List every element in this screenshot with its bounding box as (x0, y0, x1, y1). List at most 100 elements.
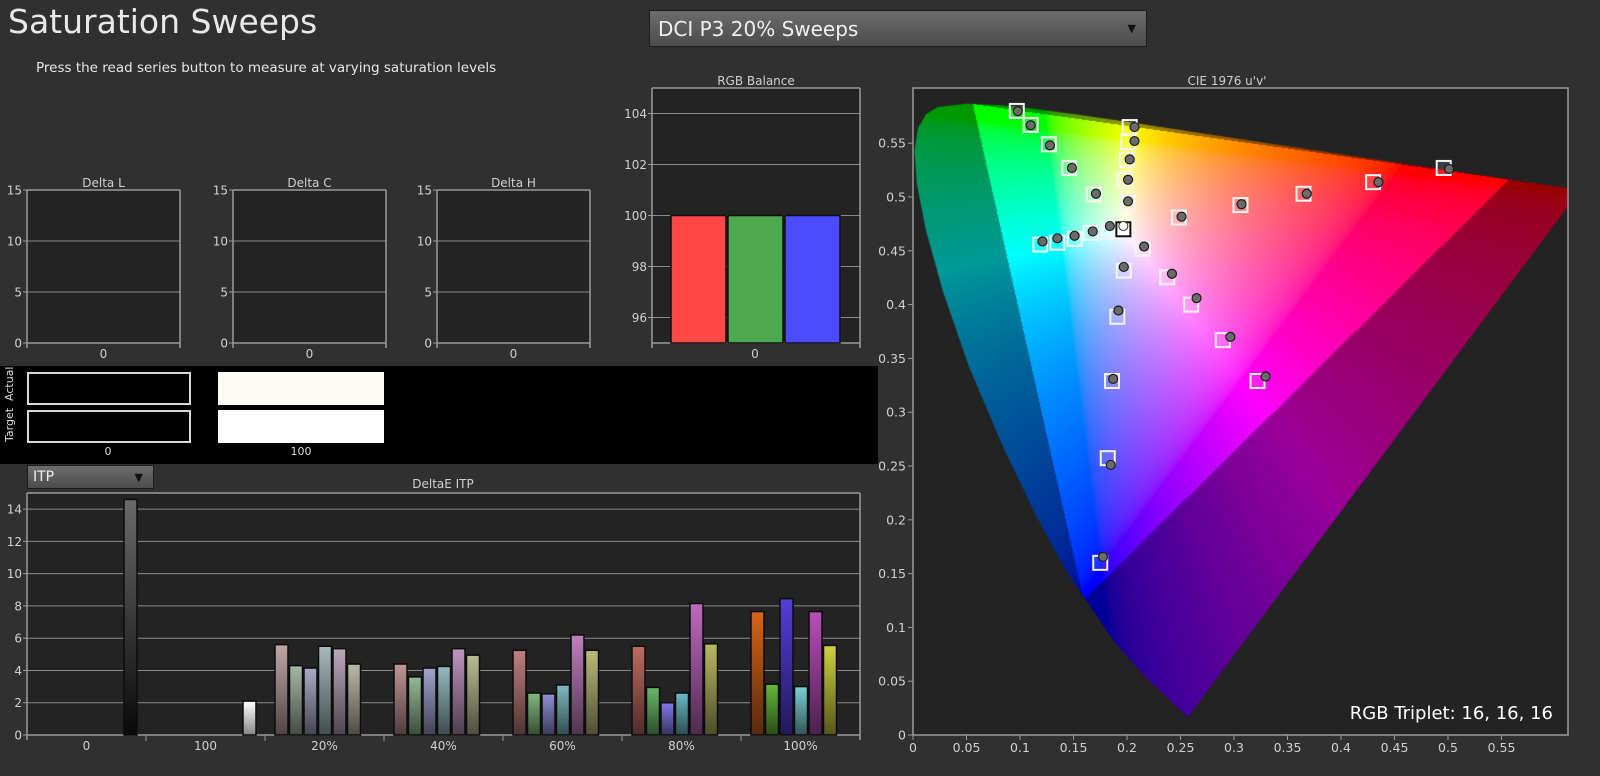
deltae-itp-title: DeltaE ITP (412, 477, 474, 491)
x-tick-label: 60% (549, 739, 576, 753)
x-tick-label: 0 (83, 739, 91, 753)
x-tick-label: 0.3 (1224, 740, 1244, 755)
y-tick-label: 104 (624, 107, 647, 121)
itp-bar (317, 645, 333, 736)
itp-bar (689, 602, 704, 736)
itp-bar (541, 693, 556, 736)
y-tick-label: 0.05 (878, 674, 906, 689)
itp-bar (822, 644, 838, 736)
y-tick-label: 0.3 (886, 405, 906, 420)
measured-point (1107, 373, 1119, 384)
x-tick-label: 0.4 (1331, 740, 1351, 755)
y-tick-label: 5 (424, 286, 432, 300)
itp-bar (422, 667, 437, 736)
y-tick-label: 0.4 (886, 297, 906, 312)
measured-point (1104, 220, 1115, 232)
cie-plot-border (912, 87, 1569, 736)
itp-bar (764, 683, 780, 736)
y-tick-label: 0 (14, 729, 22, 743)
measured-point (1129, 121, 1140, 133)
y-tick-label: 12 (7, 535, 22, 549)
y-tick-label: 10 (7, 567, 22, 581)
measured-point (1191, 293, 1202, 304)
x-tick-label: 0 (909, 740, 917, 755)
y-tick-label: 96 (632, 311, 647, 325)
measured-point (1118, 261, 1129, 273)
x-tick-label: 0.1 (1010, 740, 1030, 755)
itp-bar (332, 647, 347, 736)
y-tick-label: 6 (14, 632, 22, 646)
x-tick-label: 0.5 (1438, 740, 1458, 755)
itp-bar (526, 692, 542, 736)
y-tick-label: 8 (14, 599, 22, 613)
measured-point (1301, 188, 1312, 199)
y-tick-label: 0 (14, 337, 22, 351)
measured-point (1037, 236, 1048, 247)
y-tick-label: 0.35 (878, 351, 906, 366)
itp-bar (570, 634, 585, 736)
itp-bar (631, 645, 646, 736)
measured-point (1025, 120, 1036, 131)
measured-point (1176, 211, 1187, 222)
x-tick-label: 0 (100, 347, 108, 361)
delta-chart-title: Delta C (287, 176, 331, 190)
y-tick-label: 5 (220, 286, 228, 300)
y-tick-label: 14 (7, 503, 22, 517)
measured-point (1373, 177, 1384, 188)
y-tick-label: 2 (14, 696, 22, 710)
y-tick-label: 0.25 (878, 459, 906, 474)
measured-point (1052, 233, 1063, 244)
measured-point (1069, 230, 1080, 241)
itp-bar (393, 663, 408, 736)
itp-bar (303, 667, 318, 736)
x-tick-label: 0.35 (1274, 740, 1302, 755)
y-tick-label: 10 (7, 235, 22, 249)
itp-bar (288, 664, 304, 736)
x-tick-label: 40% (430, 739, 457, 753)
measured-point (1260, 371, 1271, 382)
x-tick-label: 0 (751, 347, 759, 361)
x-tick-label: 0.25 (1167, 740, 1195, 755)
measured-point (1090, 188, 1102, 199)
x-tick-label: 0 (510, 347, 518, 361)
itp-bar (242, 700, 257, 736)
plot-area (233, 190, 386, 343)
x-tick-label: 0.2 (1117, 740, 1137, 755)
y-tick-label: 0.5 (886, 190, 906, 205)
itp-bar (750, 610, 765, 736)
y-tick-label: 0 (424, 337, 432, 351)
x-tick-label: 100% (783, 739, 817, 753)
y-tick-label: 10 (417, 235, 432, 249)
white-measured-point (1118, 221, 1129, 232)
charts-overlay: Delta L 0 5 10 15 0 Delta C 0 5 10 15 0 Delta H 0 5 10 1… (7, 74, 1569, 755)
itp-bar (793, 685, 809, 736)
measured-point (1066, 162, 1077, 174)
y-tick-label: 15 (7, 184, 22, 198)
y-tick-label: 0.15 (878, 566, 906, 581)
itp-bar (407, 676, 423, 736)
y-tick-label: 15 (213, 184, 228, 198)
x-tick-label: 100 (194, 739, 217, 753)
y-tick-label: 100 (624, 209, 647, 223)
measured-point (1129, 135, 1140, 147)
measured-point (1122, 174, 1134, 185)
x-tick-label: 0.55 (1488, 740, 1516, 755)
red-balance-bar (670, 214, 727, 344)
itp-bar (660, 701, 675, 736)
rgb-balance-title: RGB Balance (717, 74, 795, 88)
measured-point (1105, 459, 1116, 471)
delta-chart-title: Delta H (491, 176, 536, 190)
x-tick-label: 0.15 (1060, 740, 1088, 755)
blue-balance-bar (784, 214, 841, 344)
measured-point (1087, 226, 1098, 237)
itp-bar (674, 692, 690, 736)
measured-point (1225, 331, 1236, 342)
y-tick-label: 98 (632, 260, 647, 274)
y-tick-label: 0.2 (886, 512, 906, 527)
y-tick-label: 0.55 (878, 136, 906, 151)
itp-bar (465, 654, 481, 736)
itp-bar (779, 597, 794, 736)
y-tick-label: 5 (14, 286, 22, 300)
x-tick-label: 20% (311, 739, 338, 753)
measured-point (1044, 140, 1056, 151)
